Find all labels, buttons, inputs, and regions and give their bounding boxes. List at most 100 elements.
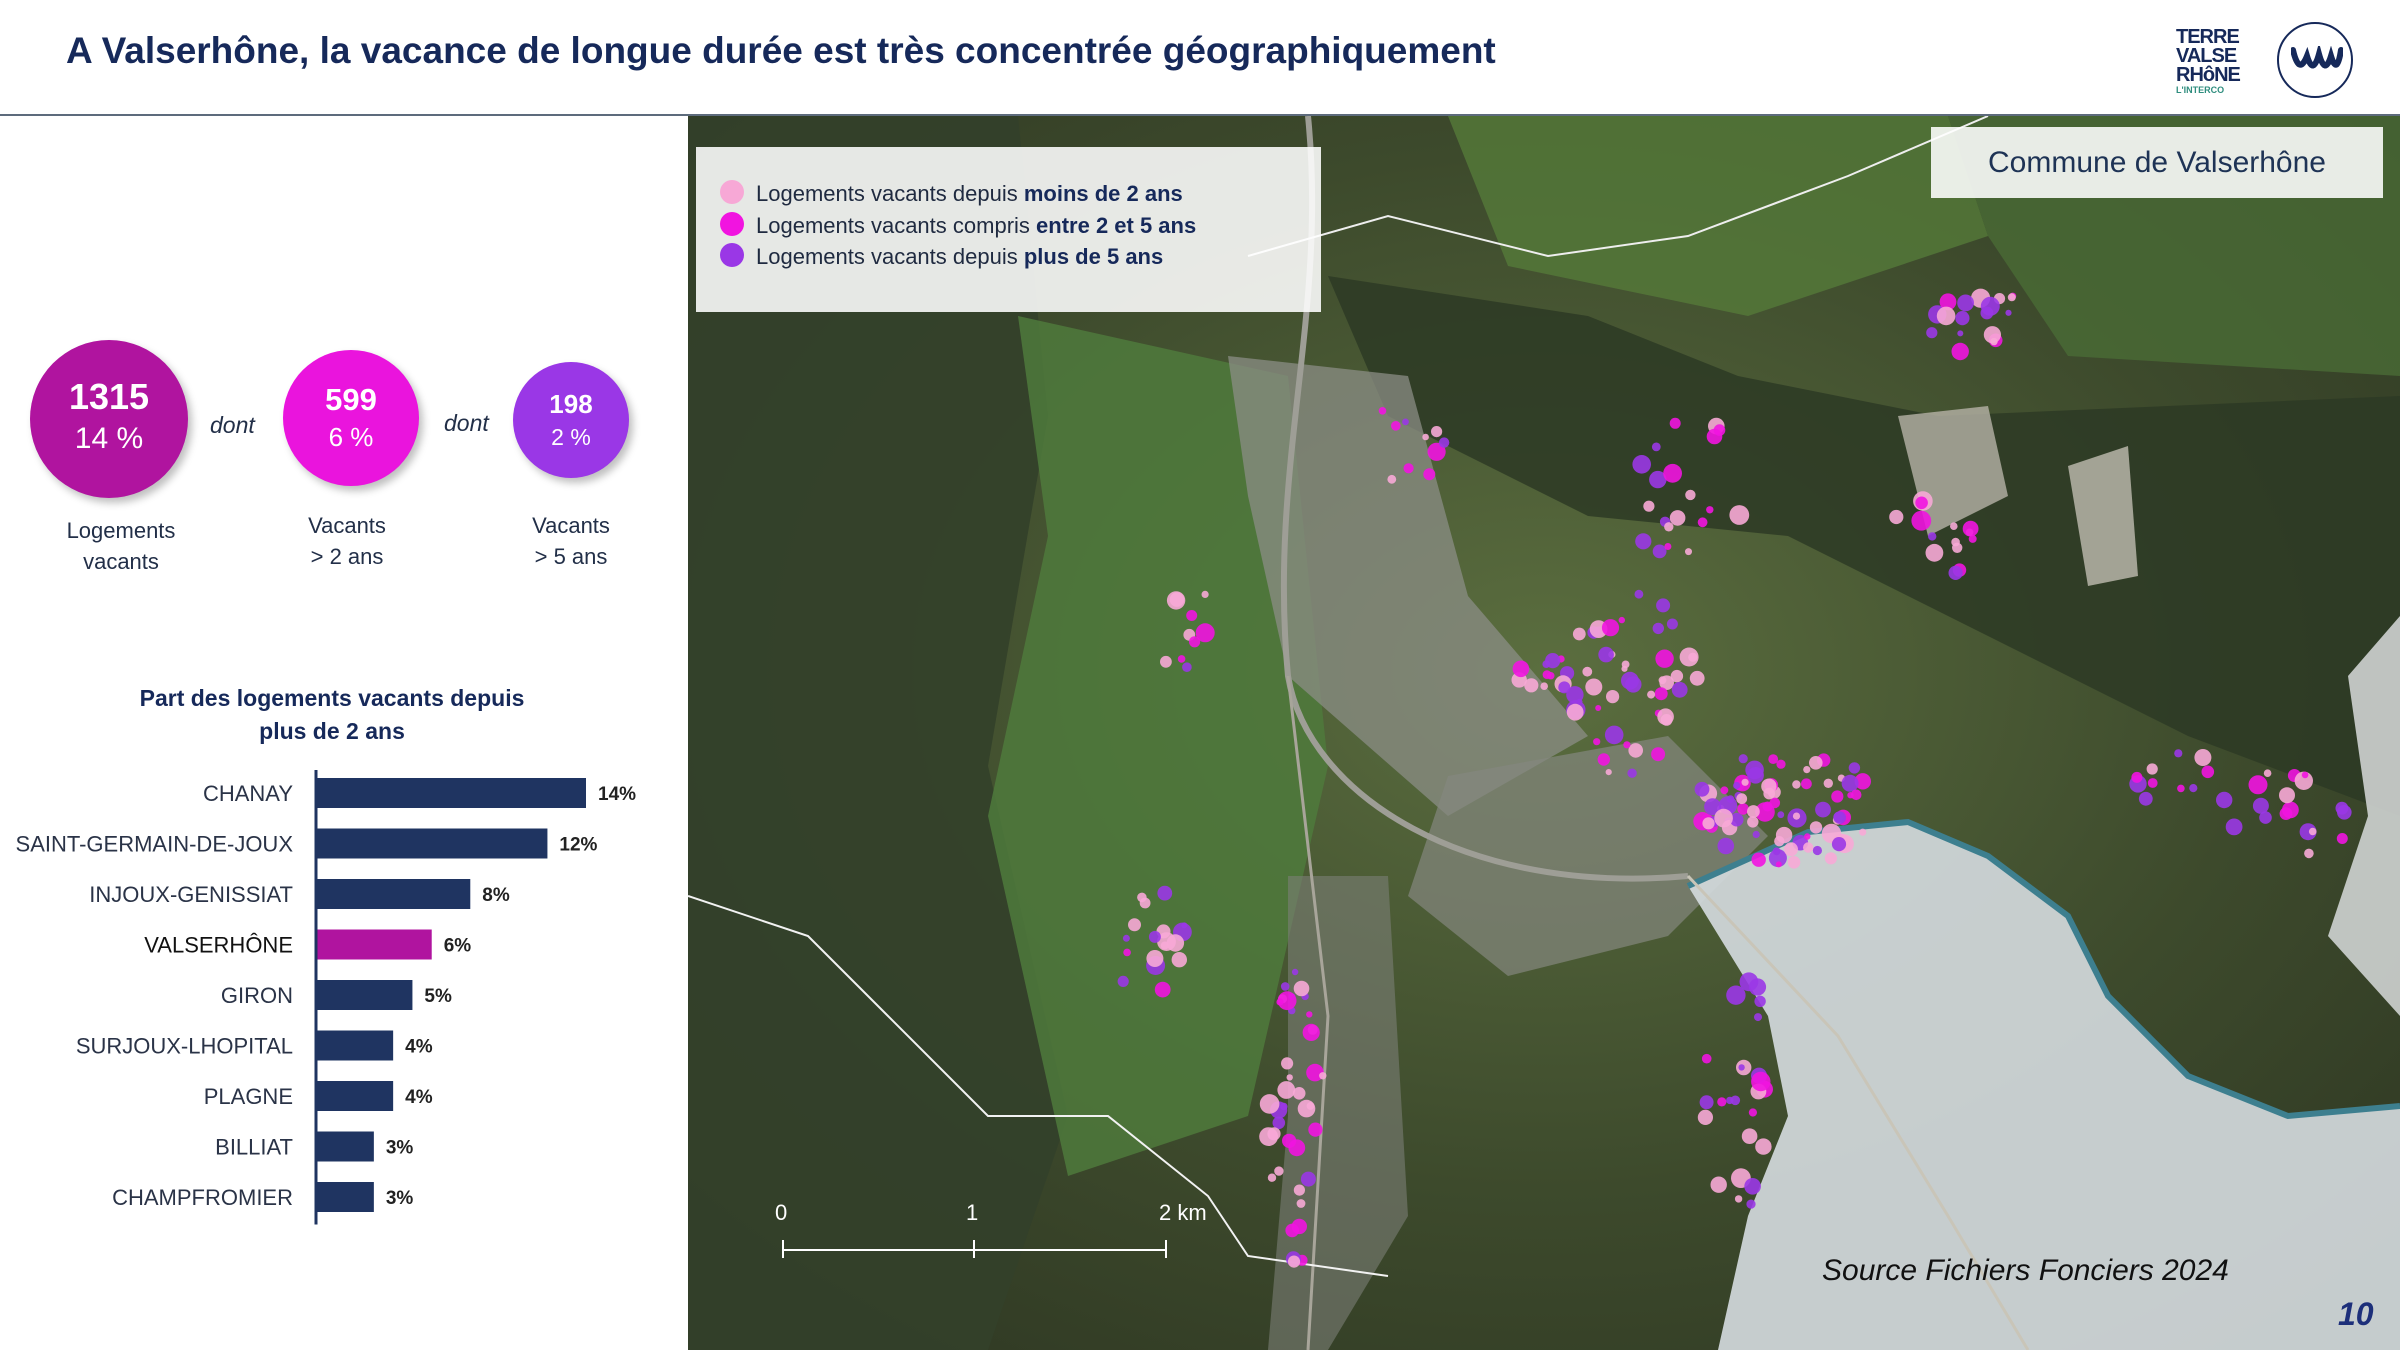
vacant-housing-dot	[1768, 754, 1779, 764]
vacant-housing-dot	[1438, 437, 1450, 448]
kpi-label-line: > 2 ans	[310, 544, 384, 569]
vacant-housing-dot	[2146, 763, 2158, 775]
bar	[316, 1030, 394, 1061]
vacant-housing-dot	[1146, 950, 1164, 967]
vacant-housing-dot	[1598, 646, 1614, 663]
vacant-housing-dot	[1951, 342, 1969, 361]
vacant-housing-dot	[1259, 1094, 1280, 1114]
vacant-housing-dot	[1823, 778, 1834, 788]
bar	[316, 1081, 394, 1111]
vacant-housing-dot	[1623, 741, 1631, 749]
vacant-housing-dot	[1747, 805, 1760, 818]
bar-value-label: 8%	[482, 885, 510, 906]
kpi-vacants-5-ans: 198 2 %	[513, 362, 629, 478]
vacant-housing-dot	[1654, 687, 1668, 701]
vacant-housing-dot	[1288, 1139, 1306, 1157]
vacant-housing-dot	[1841, 774, 1859, 792]
vacant-housing-dot	[1655, 649, 1674, 668]
vacant-housing-dot	[1663, 463, 1682, 483]
vacant-housing-dot	[1803, 842, 1814, 853]
vacant-housing-dot	[1308, 1122, 1323, 1137]
vacant-housing-dot	[1911, 510, 1932, 531]
bar	[316, 879, 471, 909]
vacant-housing-dot	[1936, 306, 1956, 326]
vacant-housing-dot	[1647, 690, 1656, 699]
scale-tick	[1165, 1240, 1167, 1258]
legend-swatch	[720, 180, 744, 204]
vacant-housing-dot	[1137, 892, 1147, 903]
vacant-housing-dot	[1189, 636, 1201, 648]
vacant-housing-dot	[1747, 767, 1764, 784]
kpi-number: 1315	[68, 376, 150, 417]
vacant-housing-dot	[1635, 533, 1652, 550]
vacant-housing-dot	[1628, 743, 1643, 758]
vacant-housing-dot	[1702, 817, 1715, 830]
vacant-housing-dot	[1787, 856, 1801, 869]
vacant-housing-dot	[1809, 821, 1823, 834]
vacant-housing-dot	[1741, 1128, 1758, 1144]
legend-text: Logements vacants depuis moins de 2 ans	[756, 181, 1183, 207]
legend-prefix: Logements vacants depuis	[756, 181, 1024, 206]
partner-logo-icon	[2277, 22, 2353, 98]
vacant-housing-dot	[1774, 836, 1785, 847]
vacant-housing-dot	[1431, 426, 1443, 438]
vacant-housing-dot	[2201, 765, 2215, 779]
vacant-housing-dot	[1658, 676, 1667, 685]
kpi-vacants-2-ans: 599 6 %	[283, 350, 419, 486]
vacant-housing-dot	[1572, 627, 1586, 641]
kpi-logements-vacants: 1315 14 %	[30, 340, 188, 498]
bar-category-label: GIRON	[221, 983, 293, 1008]
vacancy-bar-chart: CHANAY 14% SAINT-GERMAIN-DE-JOUX 12% INJOUX-…	[16, 770, 636, 1225]
terre-valserhone-logo: TERRE VALSE RHôNE L'INTERCO	[2176, 27, 2246, 96]
vacant-housing-dot	[1694, 781, 1710, 797]
scale-label-0: 0	[775, 1200, 788, 1225]
vacant-housing-dot	[2131, 771, 2143, 783]
scale-label-1: 1	[966, 1200, 979, 1225]
vacant-housing-dot	[1558, 681, 1571, 694]
vacant-housing-dot	[1652, 622, 1664, 635]
vacant-housing-dot	[2279, 787, 2295, 804]
vacant-housing-dot	[1713, 424, 1726, 436]
vacant-housing-dot	[1741, 778, 1749, 786]
map-source: Source Fichiers Fonciers 2024	[1822, 1254, 2229, 1287]
vacant-housing-dot	[1714, 808, 1733, 828]
bar	[316, 929, 432, 960]
kpi-label-line: Vacants	[532, 513, 610, 538]
vacant-housing-dot	[1957, 294, 1974, 312]
scale-tick	[973, 1240, 975, 1258]
bar-value-label: 3%	[386, 1188, 414, 1209]
vacant-housing-dot	[1697, 517, 1708, 528]
vacant-housing-dot	[1169, 592, 1185, 607]
vacant-housing-dot	[1512, 660, 1530, 678]
vacant-housing-dot	[1951, 537, 1960, 547]
vacant-housing-dot	[1848, 762, 1861, 774]
commune-label: Commune de Valserhône	[1931, 127, 2383, 198]
vacant-housing-dot	[1784, 842, 1798, 857]
vacant-housing-dot	[1634, 589, 1644, 599]
logo-line-3: RHôNE	[2176, 64, 2241, 86]
vacant-housing-dot	[1751, 1071, 1771, 1092]
scale-label-2km: 2 km	[1159, 1200, 1207, 1225]
vacant-housing-dot	[1524, 678, 1539, 693]
map-legend: Logements vacants depuis moins de 2 ans …	[696, 147, 1321, 312]
vacant-housing-dot	[1859, 828, 1867, 836]
vacant-housing-dot	[1754, 1013, 1762, 1022]
vacant-housing-dot	[1293, 1184, 1305, 1196]
legend-prefix: Logements vacants compris	[756, 213, 1037, 238]
vacant-housing-dot	[1128, 918, 1141, 932]
vacant-housing-dot	[1281, 1057, 1294, 1070]
vacant-housing-dot	[1792, 780, 1801, 789]
vacant-housing-dot	[1274, 1166, 1284, 1176]
vacant-housing-dot	[1148, 930, 1161, 943]
vacant-housing-dot	[1752, 830, 1760, 839]
legend-text: Logements vacants depuis plus de 5 ans	[756, 244, 1163, 270]
bar-category-label: SURJOUX-LHOPITAL	[76, 1034, 293, 1059]
vacant-housing-dot	[2177, 784, 2185, 793]
vacant-housing-dot	[1182, 662, 1192, 672]
vacant-housing-dot	[1651, 747, 1666, 762]
vacant-housing-dot	[1171, 952, 1187, 968]
vacant-housing-dot	[1422, 433, 1429, 441]
vacant-housing-dot	[1688, 652, 1698, 662]
vacant-housing-dot	[1593, 738, 1601, 746]
vacant-housing-dot	[1669, 417, 1681, 429]
